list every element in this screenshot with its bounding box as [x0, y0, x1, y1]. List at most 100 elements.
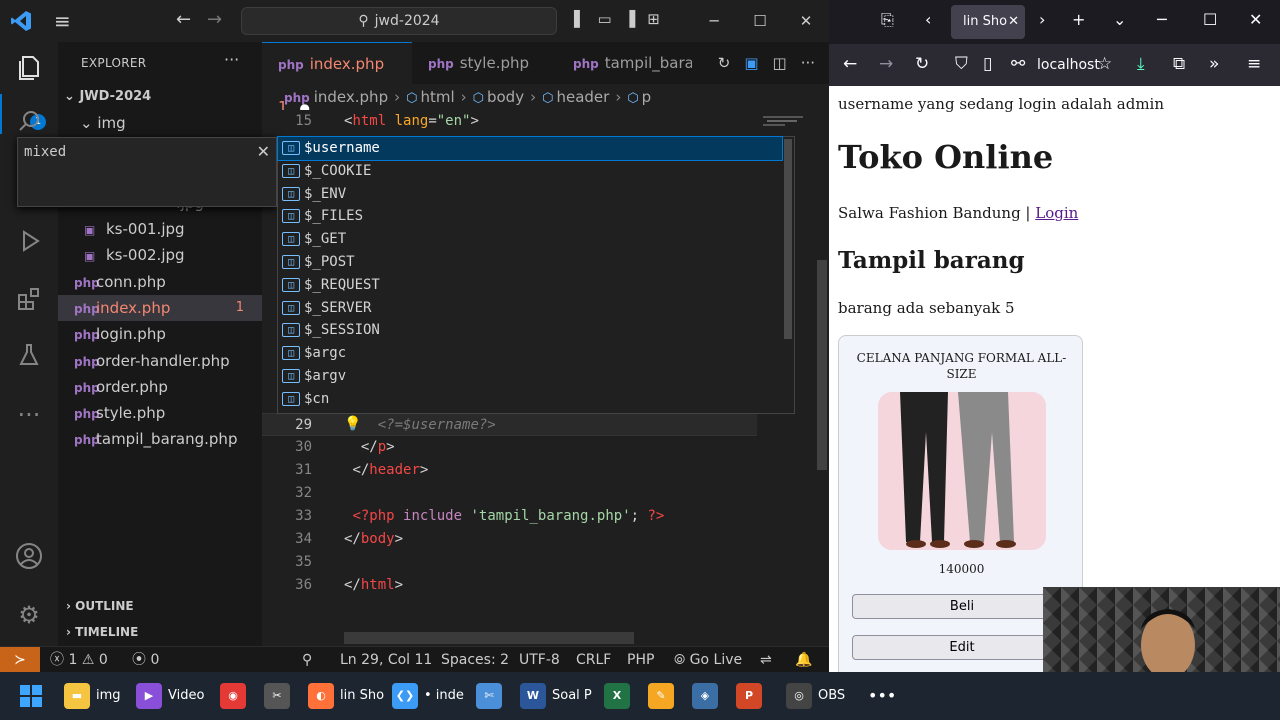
outline-section[interactable]: › OUTLINE — [58, 593, 262, 619]
run-debug-icon[interactable] — [14, 228, 44, 258]
toggle-panel-icon[interactable]: ▭ — [598, 10, 612, 28]
timeline-section[interactable]: › TIMELINE — [58, 619, 262, 645]
code-line[interactable]: 31 </header> — [262, 459, 757, 482]
account-icon[interactable] — [14, 542, 44, 572]
toggle-secondary-sidebar-icon[interactable]: ▐ — [624, 10, 636, 28]
file-item[interactable]: phptampil_barang.php — [58, 426, 262, 452]
login-link[interactable]: Login — [1035, 204, 1078, 222]
back-arrow-icon[interactable]: ← — [843, 54, 857, 74]
browser-tab[interactable]: lin Sho ✕ — [951, 5, 1025, 39]
workspace-folder[interactable]: ⌄ JWD-2024 — [58, 84, 262, 110]
forward-arrow-icon[interactable]: → — [207, 9, 222, 30]
suggestion-item[interactable]: ◫ $_GET — [278, 228, 782, 251]
notifications-bell-icon[interactable]: 🔔 — [795, 647, 812, 673]
taskbar-app[interactable]: ◉ — [220, 680, 252, 712]
code-line[interactable]: 30 </p> — [262, 436, 757, 459]
tab-index-php[interactable]: php index.php 1 ● — [262, 42, 412, 116]
code-line[interactable]: 35 — [262, 551, 757, 574]
language-mode[interactable]: PHP — [627, 647, 654, 673]
close-button[interactable]: ✕ — [1249, 10, 1262, 29]
breadcrumb-p[interactable]: p — [642, 88, 652, 106]
overflow-chevron-icon[interactable]: » — [1209, 54, 1219, 74]
extensions-icon[interactable]: ⧉ — [1173, 54, 1185, 74]
list-tabs-icon[interactable]: ⌄ — [1113, 10, 1126, 29]
url-bar[interactable]: localhost — [1037, 57, 1100, 73]
reload-icon[interactable]: ↻ — [915, 54, 929, 74]
buy-button[interactable]: Beli — [852, 594, 1072, 619]
problems-status[interactable]: ⓧ 1 ⚠ 0 — [50, 647, 108, 673]
file-item[interactable]: ▣ ks-002.jpg — [58, 242, 262, 268]
ports-status[interactable]: ⦿ 0 — [132, 647, 159, 673]
settings-gear-icon[interactable]: ⚙ — [14, 600, 44, 630]
scroll-right-icon[interactable]: › — [1039, 10, 1045, 29]
taskbar-app[interactable]: ◎ OBS — [786, 680, 845, 712]
feedback-icon[interactable]: ⇌ — [760, 647, 772, 673]
forward-arrow-icon[interactable]: → — [879, 54, 893, 74]
tab-style-php[interactable]: php style.php — [412, 42, 552, 84]
breadcrumb-body[interactable]: body — [487, 88, 524, 106]
split-editor-icon[interactable]: ◫ — [773, 54, 787, 72]
lightbulb-icon[interactable]: 💡 — [344, 416, 361, 432]
suggestion-item[interactable]: ◫ $argv — [278, 365, 782, 388]
close-tab-icon[interactable]: ✕ — [1008, 5, 1019, 39]
taskbar-app[interactable]: ◐ lin Sho — [308, 680, 384, 712]
breadcrumb-html[interactable]: html — [420, 88, 454, 106]
tab-tampil-barang[interactable]: php tampil_barang — [557, 42, 692, 84]
code-line[interactable]: 29 <?=$username?> — [262, 413, 757, 436]
edit-button[interactable]: Edit — [852, 635, 1072, 660]
code-line[interactable]: 36 </html> — [262, 574, 757, 597]
taskbar-app[interactable]: X — [604, 680, 636, 712]
taskbar-app[interactable]: ✄ — [476, 680, 508, 712]
suggestion-item[interactable]: ◫ $_POST — [278, 251, 782, 274]
zoom-icon[interactable]: ⚲ — [302, 647, 312, 673]
taskbar-app[interactable]: W Soal P — [520, 680, 592, 712]
scroll-left-icon[interactable]: ‹ — [925, 10, 931, 29]
find-input[interactable]: mixed — [24, 144, 66, 160]
more-actions-icon[interactable]: ··· — [801, 54, 815, 72]
page-icon[interactable]: ▯ — [983, 54, 992, 74]
suggestion-item[interactable]: ◫ $cn — [278, 388, 782, 411]
suggestion-scrollbar[interactable] — [784, 139, 792, 339]
customize-layout-icon[interactable]: ⊞ — [647, 10, 660, 28]
taskbar-app[interactable]: ▶ Video — [136, 680, 204, 712]
bookmark-star-icon[interactable]: ☆ — [1097, 54, 1112, 74]
close-icon[interactable]: ✕ — [257, 142, 270, 161]
remote-icon[interactable]: ≻ — [0, 647, 40, 673]
file-item[interactable]: phporder-handler.php — [58, 348, 262, 374]
suggestion-item[interactable]: ◫ $_REQUEST — [278, 274, 782, 297]
file-item[interactable]: phpstyle.php — [58, 400, 262, 426]
breadcrumb-file[interactable]: index.php — [314, 88, 388, 106]
maximize-button[interactable]: ☐ — [1203, 10, 1217, 29]
shield-icon[interactable]: ⛉ — [955, 54, 968, 74]
taskbar-app[interactable]: P — [736, 680, 768, 712]
extensions-icon[interactable] — [14, 286, 44, 316]
menu-icon[interactable]: ≡ — [1247, 54, 1261, 74]
menu-icon[interactable]: ≡ — [54, 9, 71, 33]
back-arrow-icon[interactable]: ← — [176, 9, 191, 30]
tab-manager-icon[interactable]: ⎘ — [881, 10, 894, 30]
horizontal-scrollbar[interactable] — [344, 632, 634, 644]
file-item[interactable]: phplogin.php — [58, 321, 262, 347]
taskbar-app[interactable]: ◈ — [692, 680, 724, 712]
suggestion-item[interactable]: ◫ $_SESSION — [278, 319, 782, 342]
file-item[interactable]: phpindex.php 1 — [58, 294, 262, 321]
close-button[interactable]: ✕ — [783, 0, 829, 42]
search-icon[interactable] — [14, 108, 44, 138]
suggestion-item[interactable]: ◫ $argc — [278, 342, 782, 365]
suggestion-item[interactable]: ◫ $_ENV — [278, 183, 782, 206]
download-icon[interactable]: ⤓ — [1137, 54, 1145, 74]
suggestion-item[interactable]: ◫ $_FILES — [278, 205, 782, 228]
more-icon[interactable]: ••• — [868, 680, 896, 712]
indentation[interactable]: Spaces: 2 — [441, 647, 509, 673]
file-item[interactable]: phporder.php — [58, 374, 262, 400]
command-center-search[interactable]: ⚲ jwd-2024 — [241, 7, 557, 35]
suggestion-item[interactable]: ◫ $_SERVER — [278, 297, 782, 320]
start-button[interactable] — [18, 680, 44, 712]
more-views-icon[interactable]: ··· — [14, 400, 44, 430]
suggestion-item[interactable]: ◫ $_COOKIE — [278, 160, 782, 183]
breadcrumb-header[interactable]: header — [556, 88, 609, 106]
line-ending[interactable]: CRLF — [576, 647, 611, 673]
toggle-sidebar-icon[interactable]: ▌ — [574, 10, 586, 28]
vertical-scrollbar[interactable] — [817, 260, 827, 470]
folder-img[interactable]: ⌄ img — [58, 110, 262, 136]
